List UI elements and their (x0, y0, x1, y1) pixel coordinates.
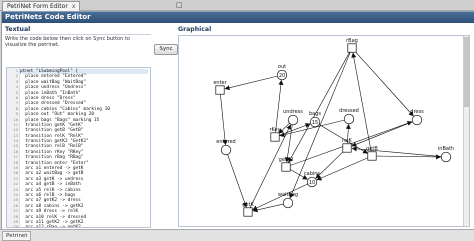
transition-getK[interactable] (243, 207, 253, 217)
sync-button[interactable]: Sync (154, 44, 178, 55)
tab-label: PetriNet Form Editor (7, 3, 68, 10)
code-editor-panel: PetriNets Code Editor Textual Write the … (1, 11, 474, 230)
place-token-count: 20 (279, 73, 285, 79)
transition-label: getK (242, 202, 254, 208)
arc-rBag-dress[interactable] (354, 51, 414, 117)
place-label: bags (309, 111, 321, 117)
node-layer: 20 out undress 15 bags dressed dress entered inB… (213, 38, 454, 217)
arc-getB-inBath[interactable] (376, 154, 442, 160)
arc-out-enter[interactable] (224, 75, 278, 91)
transition-label: rBag (346, 38, 358, 44)
arc-enter-entered[interactable] (220, 94, 228, 146)
transition-getK2[interactable] (281, 162, 291, 172)
textual-header: Textual (5, 26, 151, 35)
transition-label: rKey (269, 127, 280, 133)
transition-label: enter (213, 80, 227, 86)
place-entered[interactable] (220, 144, 232, 156)
place-label: dressed (339, 108, 359, 114)
transition-relK[interactable] (342, 143, 352, 153)
arc-dress-relK[interactable] (351, 121, 413, 147)
place-label: cabins (304, 171, 321, 177)
arc-entered-getK[interactable] (227, 154, 248, 208)
instructions-text: Write the code below then click on Sync … (5, 36, 130, 48)
tab-petrinet-form-editor[interactable]: PetriNet Form Editor x (2, 1, 81, 11)
place-undress[interactable] (287, 114, 299, 126)
editor-tab-bar: PetriNet Form Editor x □ (0, 0, 474, 11)
transition-rKey[interactable] (270, 132, 280, 142)
graphical-section: Graphical 20 out undress 15 bags dressed dress… (178, 26, 470, 227)
transition-label: getB (366, 146, 378, 152)
place-waitBag[interactable] (282, 197, 294, 209)
code-editor[interactable]: 1 2 3 4 5 6 7 8 9 10 11 12 13 14 15 16 17 18 19 20 21 22 23 24 2… (6, 67, 151, 228)
code-line[interactable]: arc a12 rBag -> getK2 (20, 225, 148, 227)
transition-label: relK (342, 138, 352, 144)
bottom-bar: Petrinet (0, 229, 474, 241)
arc-rKey-out[interactable] (275, 79, 284, 133)
place-label: entered (216, 139, 235, 145)
close-icon[interactable]: x (72, 3, 76, 10)
petrinet-graph: 20 out undress 15 bags dressed dress entered inB… (213, 38, 454, 217)
place-label: out (278, 64, 286, 70)
petrinet-canvas[interactable]: 20 out undress 15 bags dressed dress entered inB… (178, 35, 470, 227)
place-label: dress (410, 109, 424, 115)
place-dress[interactable] (411, 114, 423, 126)
transition-enter[interactable] (215, 85, 225, 95)
arc-getB-rBag[interactable] (351, 52, 372, 152)
arc-rBag-waitBag[interactable] (289, 52, 351, 199)
panel-title: PetriNets Code Editor (2, 12, 474, 23)
vertical-scrollbar[interactable] (463, 36, 469, 226)
place-token-count: 15 (312, 120, 318, 126)
place-label: waitBag (278, 192, 298, 198)
transition-getB[interactable] (367, 151, 377, 161)
place-label: undress (283, 109, 303, 115)
line-number-gutter: 1 2 3 4 5 6 7 8 9 10 11 12 13 14 15 16 17 18 19 20 21 22 23 24 2… (7, 68, 20, 227)
transition-rBag[interactable] (347, 43, 357, 53)
place-token-count: 10 (309, 180, 315, 186)
textual-section: Textual Write the code below then click … (5, 26, 151, 228)
transition-label: getK2 (279, 157, 294, 163)
scroll-thumb[interactable] (464, 37, 469, 107)
line-number: 30 (13, 224, 18, 228)
place-label: inBath (438, 146, 454, 152)
graphical-header: Graphical (178, 26, 212, 33)
place-dressed[interactable] (343, 113, 355, 125)
arc-layer (220, 51, 442, 213)
place-inBath[interactable] (440, 151, 452, 163)
arc-getB-cabins[interactable] (316, 157, 368, 181)
code-lines[interactable]: ptnet "LSubmingPool" { place entered "En… (20, 69, 148, 227)
